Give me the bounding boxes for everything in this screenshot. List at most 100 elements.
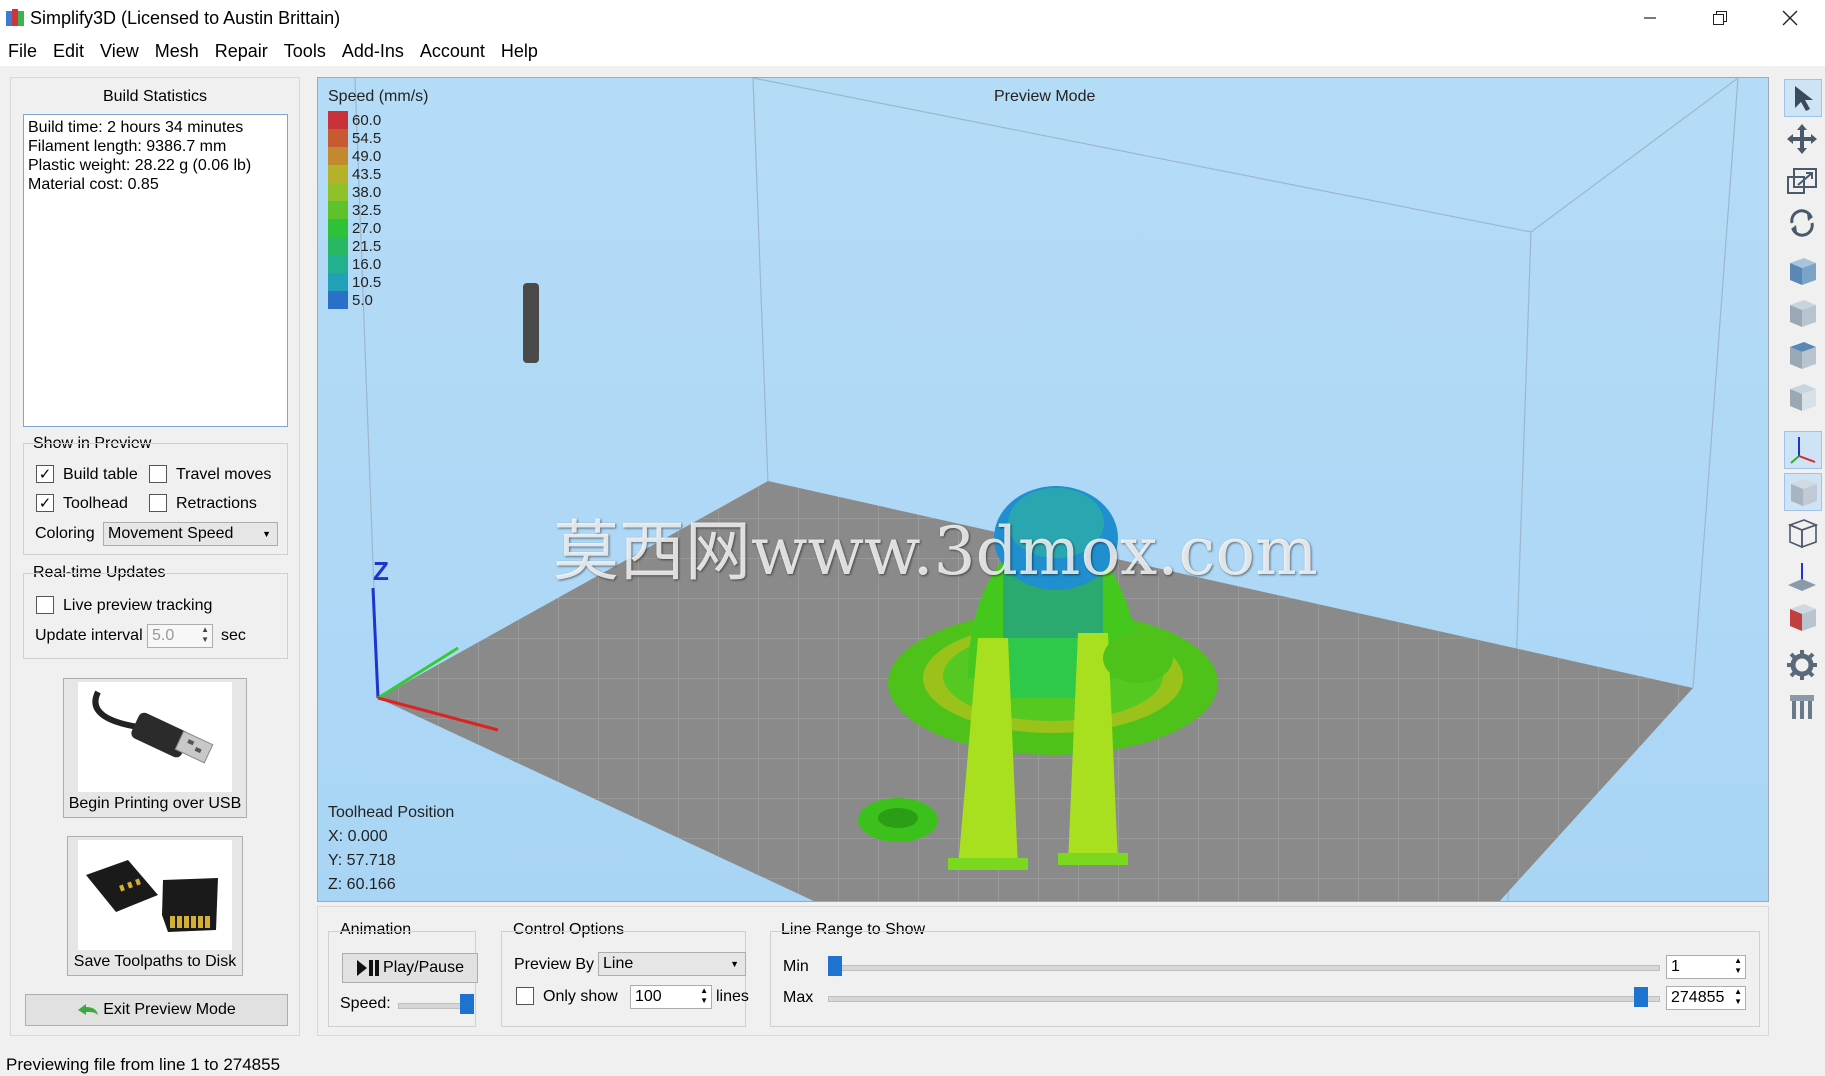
retractions-checkbox[interactable] <box>149 494 167 512</box>
menu-view[interactable]: View <box>92 36 147 66</box>
menu-mesh[interactable]: Mesh <box>147 36 207 66</box>
cube-iso-icon <box>1790 258 1816 285</box>
save-toolpaths-label: Save Toolpaths to Disk <box>73 953 237 970</box>
update-interval-input[interactable]: 5.0 ▲ ▼ <box>147 624 213 648</box>
scale-icon <box>1787 168 1817 194</box>
coloring-label: Coloring <box>35 525 95 542</box>
control-options-group <box>501 931 746 1027</box>
chevron-down-icon: ▼ <box>262 529 271 539</box>
legend-swatch <box>328 291 348 309</box>
menu-edit[interactable]: Edit <box>45 36 92 66</box>
animation-speed-slider[interactable] <box>398 1003 462 1009</box>
view-top-button[interactable] <box>1784 337 1822 375</box>
cube-top-icon <box>1790 342 1816 369</box>
spin-arrows-icon: ▲ ▼ <box>201 625 209 644</box>
line-range-min-input[interactable]: 1 ▲ ▼ <box>1666 955 1746 979</box>
travel-moves-label: Travel moves <box>176 466 272 483</box>
save-toolpaths-button[interactable]: Save Toolpaths to Disk <box>67 836 243 976</box>
only-show-lines-input[interactable]: 100 ▲ ▼ <box>630 985 712 1009</box>
legend-title: Speed (mm/s) <box>328 88 429 105</box>
build-statistics-box[interactable]: Build time: 2 hours 34 minutes Filament … <box>23 114 288 427</box>
build-plate-toggle[interactable] <box>1784 557 1822 595</box>
rotate-icon <box>1790 209 1814 237</box>
coloring-select[interactable]: Movement Speed ▼ <box>103 522 278 546</box>
rotate-tool[interactable] <box>1784 205 1822 243</box>
line-range-max-input[interactable]: 274855 ▲ ▼ <box>1666 986 1746 1010</box>
legend-value: 54.5 <box>352 129 382 147</box>
show-axes-toggle[interactable] <box>1784 431 1822 469</box>
live-preview-tracking-checkbox[interactable] <box>36 596 54 614</box>
minimize-icon <box>1644 17 1656 19</box>
legend-swatch <box>328 147 348 165</box>
preview-mode-label: Preview Mode <box>994 88 1096 105</box>
legend-swatch <box>328 129 348 147</box>
usb-cable-icon <box>92 690 214 764</box>
restore-button[interactable] <box>1685 0 1755 36</box>
menu-help[interactable]: Help <box>493 36 546 66</box>
move-tool[interactable] <box>1784 121 1822 159</box>
view-front-button[interactable] <box>1784 295 1822 333</box>
legend-row: 27.0 <box>328 219 381 237</box>
app-logo-icon <box>6 9 24 26</box>
minimize-button[interactable] <box>1615 0 1685 36</box>
build-statistics-heading: Build Statistics <box>102 88 208 105</box>
toolhead-z: Z: 60.166 <box>328 876 396 893</box>
legend-row: 5.0 <box>328 291 373 309</box>
exit-preview-mode-button[interactable]: Exit Preview Mode <box>25 994 288 1026</box>
wireframe-view-toggle[interactable] <box>1784 515 1822 553</box>
menu-repair[interactable]: Repair <box>207 36 276 66</box>
close-button[interactable] <box>1755 0 1825 36</box>
travel-moves-checkbox[interactable] <box>149 465 167 483</box>
preview-by-select[interactable]: Line ▼ <box>598 952 746 976</box>
play-pause-icon <box>357 960 380 976</box>
bottom-panel: Animation Play/Pause Speed: Control Opti… <box>317 906 1769 1036</box>
toolhead-label: Toolhead <box>63 495 128 512</box>
machine-control-button[interactable] <box>1784 689 1822 727</box>
line-range-max-handle[interactable] <box>1634 987 1648 1007</box>
solid-view-toggle[interactable] <box>1784 473 1822 511</box>
legend-row: 43.5 <box>328 165 381 183</box>
status-text: Previewing file from line 1 to 274855 <box>6 1055 281 1074</box>
legend-value: 38.0 <box>352 183 382 201</box>
pointer-icon <box>1795 86 1813 111</box>
legend-value: 5.0 <box>352 291 373 309</box>
only-show-checkbox[interactable] <box>516 987 534 1005</box>
line-range-min-handle[interactable] <box>828 956 842 976</box>
cross-section-tool[interactable] <box>1784 599 1822 637</box>
legend-row: 16.0 <box>328 255 381 273</box>
settings-button[interactable] <box>1784 647 1822 685</box>
menu-tools[interactable]: Tools <box>276 36 334 66</box>
play-pause-button[interactable]: Play/Pause <box>342 953 478 983</box>
animation-speed-handle[interactable] <box>460 994 474 1014</box>
spin-arrows-icon: ▲ ▼ <box>1734 987 1742 1006</box>
legend-swatch <box>328 237 348 255</box>
cross-section-icon <box>1790 604 1816 631</box>
preview-by-label: Preview By <box>514 956 595 973</box>
toolhead-marker <box>523 283 539 363</box>
view-side-button[interactable] <box>1784 379 1822 417</box>
build-table-checkbox[interactable]: ✓ <box>36 465 54 483</box>
plate-axis-icon <box>1788 563 1816 591</box>
begin-printing-usb-button[interactable]: Begin Printing over USB <box>63 678 247 818</box>
legend-value: 43.5 <box>352 165 382 183</box>
view-iso-button[interactable] <box>1784 253 1822 291</box>
legend-swatch <box>328 111 348 129</box>
legend-row: 60.0 <box>328 111 381 129</box>
move-arrows-icon <box>1787 124 1817 154</box>
menu-file[interactable]: File <box>0 36 45 66</box>
line-range-min-slider[interactable] <box>828 965 1660 971</box>
line-range-min-label: Min <box>783 958 809 975</box>
menu-add-ins[interactable]: Add-Ins <box>334 36 412 66</box>
left-panel: Build Statistics Build time: 2 hours 34 … <box>10 77 300 1036</box>
preview-viewport[interactable]: Speed (mm/s) 60.0 54.5 49.0 43.5 38.0 32.5 27.… <box>317 77 1769 902</box>
select-tool[interactable] <box>1784 79 1822 117</box>
menu-account[interactable]: Account <box>412 36 493 66</box>
toolhead-checkbox[interactable]: ✓ <box>36 494 54 512</box>
legend-row: 21.5 <box>328 237 381 255</box>
legend-row: 38.0 <box>328 183 381 201</box>
legend-value: 27.0 <box>352 219 382 237</box>
scale-tool[interactable] <box>1784 163 1822 201</box>
line-range-max-slider[interactable] <box>828 996 1660 1002</box>
coloring-select-value: Movement Speed <box>108 525 234 542</box>
line-range-max-label: Max <box>783 989 814 1006</box>
